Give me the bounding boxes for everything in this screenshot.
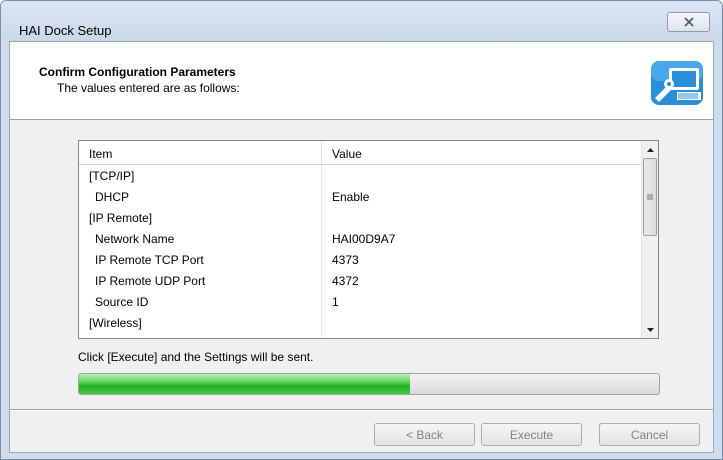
page-title: Confirm Configuration Parameters [39, 65, 236, 79]
page-subtitle: The values entered are as follows: [57, 81, 240, 95]
row-value: Enable [332, 190, 370, 204]
vertical-scrollbar[interactable] [641, 141, 658, 338]
scroll-up-button[interactable] [642, 141, 659, 158]
progress-fill [79, 374, 410, 394]
row-item: DHCP [95, 190, 130, 204]
table-row[interactable]: [IP Remote] [79, 207, 642, 228]
table-row[interactable]: DHCP Enable [79, 186, 642, 207]
wizard-header: Confirm Configuration Parameters The val… [10, 42, 713, 120]
row-item: IP Remote TCP Port [95, 253, 204, 267]
table-row[interactable]: IP Remote TCP Port 4373 [79, 249, 642, 270]
row-item: [IP Remote] [89, 211, 153, 225]
table-row[interactable]: Network Name HAI00D9A7 [79, 228, 642, 249]
cancel-button[interactable]: Cancel [599, 423, 700, 446]
triangle-down-icon [647, 327, 654, 332]
table-row[interactable]: [Wireless] [79, 312, 642, 333]
column-header-item[interactable]: Item [89, 147, 112, 161]
execute-button[interactable]: Execute [481, 423, 582, 446]
row-item: Network Name [95, 232, 175, 246]
table-row[interactable]: IP Remote UDP Port 4372 [79, 270, 642, 291]
computer-config-icon [651, 61, 703, 105]
row-item: IP Remote UDP Port [95, 274, 206, 288]
row-item: [TCP/IP] [89, 169, 135, 183]
row-value: HAI00D9A7 [332, 232, 396, 246]
table-row[interactable]: Source ID 1 [79, 291, 642, 312]
table-body: [TCP/IP] DHCP Enable [IP Remote] Network Nam… [79, 165, 642, 338]
back-button[interactable]: < Back [374, 423, 475, 446]
column-header-value[interactable]: Value [332, 147, 362, 161]
title-bar[interactable]: HAI Dock Setup [1, 1, 722, 41]
row-value: 1 [332, 295, 339, 309]
row-value: 4373 [332, 253, 359, 267]
status-message: Click [Execute] and the Settings will be… [78, 350, 314, 364]
row-item: Source ID [95, 295, 149, 309]
window-title: HAI Dock Setup [19, 23, 112, 38]
dialog-content: Confirm Configuration Parameters The val… [9, 41, 714, 453]
table-header: Item Value [79, 141, 642, 165]
progress-bar [78, 373, 660, 395]
close-icon [683, 17, 694, 27]
dialog-window: HAI Dock Setup Confirm Configuration Par… [0, 0, 723, 460]
triangle-up-icon [647, 147, 654, 152]
row-item: [Wireless] [89, 316, 142, 330]
close-button[interactable] [667, 12, 710, 32]
parameters-table[interactable]: Item Value [TCP/IP] DHCP Enable [IP Remote]… [78, 140, 659, 339]
row-value: 4372 [332, 274, 359, 288]
table-row[interactable]: [TCP/IP] [79, 165, 642, 186]
scroll-thumb[interactable] [643, 158, 657, 236]
grip-icon [647, 194, 653, 200]
scroll-down-button[interactable] [642, 321, 659, 338]
